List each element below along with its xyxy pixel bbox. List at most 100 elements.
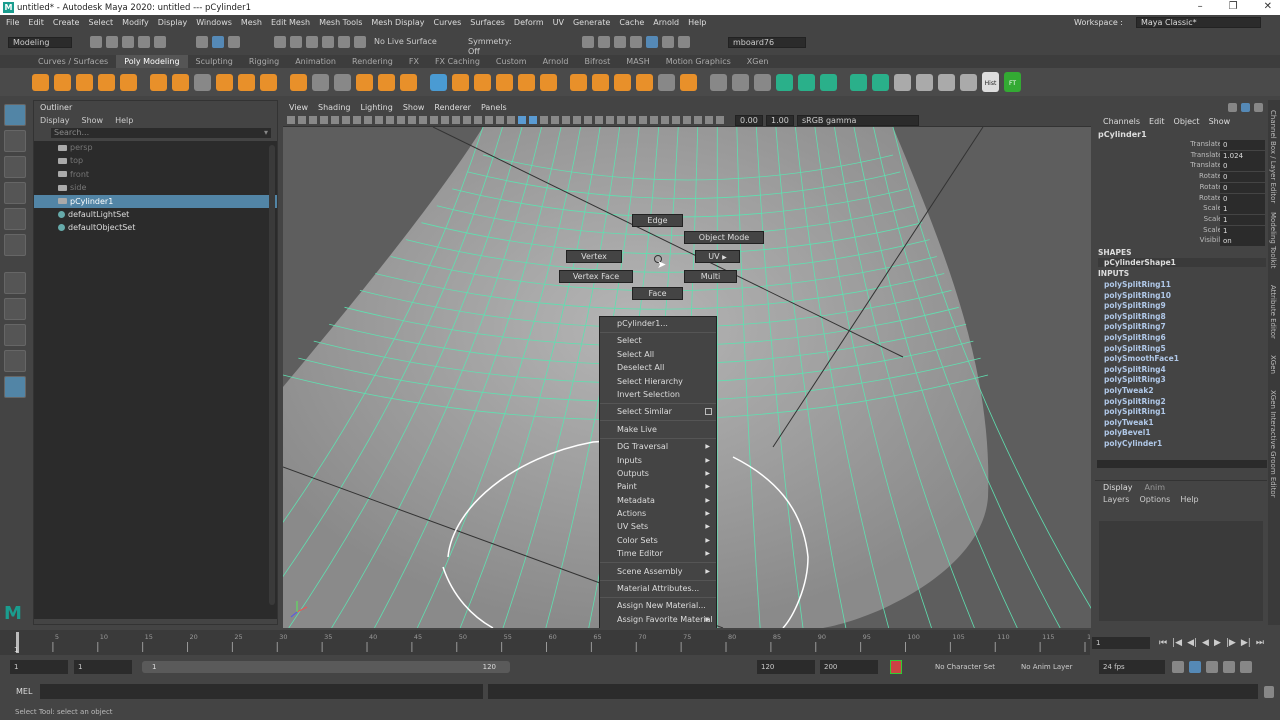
menu-modify[interactable]: Modify: [122, 18, 149, 27]
menu-uv[interactable]: UV: [553, 18, 564, 27]
persp-outliner-layout-icon[interactable]: [4, 376, 26, 398]
menu-display[interactable]: Display: [158, 18, 188, 27]
input-node-polysplitring1[interactable]: polySplitRing1: [1104, 407, 1166, 416]
shelf-tool-icon[interactable]: [378, 73, 395, 91]
shelf-tool-icon[interactable]: [894, 73, 911, 91]
outliner-item-top[interactable]: top: [34, 154, 277, 167]
viewport-menu-shading[interactable]: Shading: [318, 103, 351, 112]
channel-value-field[interactable]: 1.024: [1220, 150, 1265, 161]
channel-translate-z[interactable]: Translate Z0: [1095, 161, 1267, 172]
shelf-tool-icon[interactable]: [290, 73, 307, 91]
viewport-tool-icon[interactable]: [408, 116, 416, 124]
chevron-down-icon[interactable]: ▾: [264, 128, 268, 138]
channel-menu-edit[interactable]: Edit: [1149, 117, 1165, 126]
shelf-tool-icon[interactable]: [916, 73, 933, 91]
anim-end-field[interactable]: 200: [820, 660, 878, 674]
shelf-tool-icon[interactable]: [260, 73, 277, 91]
shelf-tool-icon[interactable]: [496, 73, 513, 91]
viewport-tool-icon[interactable]: [573, 116, 581, 124]
viewport-tool-icon[interactable]: [353, 116, 361, 124]
step-back-key-icon[interactable]: |◀: [1172, 638, 1182, 648]
lasso-tool-icon[interactable]: [4, 130, 26, 152]
color-space-dropdown[interactable]: sRGB gamma: [797, 114, 919, 126]
outliner-search-input[interactable]: Search... ▾: [51, 128, 271, 138]
shelf-tool-icon[interactable]: [98, 73, 115, 91]
outliner-item-defaultlightset[interactable]: defaultLightSet: [34, 208, 277, 221]
input-node-polycylinder1[interactable]: polyCylinder1: [1104, 439, 1162, 448]
range-slider[interactable]: 1 120: [142, 661, 510, 673]
channel-value-field[interactable]: 0: [1220, 140, 1265, 150]
outliner-scrollbar[interactable]: [269, 145, 275, 605]
viewport-tool-icon[interactable]: [518, 116, 526, 124]
viewport-menu-view[interactable]: View: [289, 103, 308, 112]
tab-attribute-editor[interactable]: Attribute Editor: [1269, 285, 1277, 339]
channel-menu-show[interactable]: Show: [1209, 117, 1231, 126]
select-hierarchy-icon[interactable]: [196, 36, 208, 48]
shelf-tool-icon[interactable]: [938, 73, 955, 91]
input-node-polysplitring9[interactable]: polySplitRing9: [1104, 301, 1166, 310]
channel-value-field[interactable]: 0: [1220, 172, 1265, 183]
shelf-tab-animation[interactable]: Animation: [287, 57, 344, 66]
shelf-tool-icon[interactable]: [76, 73, 93, 91]
viewport-tool-icon[interactable]: [485, 116, 493, 124]
shelf-tool-icon[interactable]: [732, 73, 749, 91]
snap-surface-icon[interactable]: [354, 36, 366, 48]
render-frame-icon[interactable]: [598, 36, 610, 48]
menu-deform[interactable]: Deform: [514, 18, 544, 27]
option-box-icon[interactable]: [705, 408, 712, 416]
input-node-polysplitring2[interactable]: polySplitRing2: [1104, 397, 1166, 406]
shelf-tool-icon[interactable]: [356, 73, 373, 91]
input-node-polybevel1[interactable]: polyBevel1: [1104, 428, 1151, 437]
menu-file[interactable]: File: [6, 18, 19, 27]
shelf-tool-icon[interactable]: [120, 73, 137, 91]
arnold-render-icon[interactable]: [662, 36, 674, 48]
marking-menu-multi[interactable]: Multi: [684, 270, 737, 283]
script-editor-icon[interactable]: [1264, 686, 1274, 698]
context-menu-item-assign-new-material[interactable]: Assign New Material...: [600, 599, 716, 612]
live-surface-field[interactable]: No Live Surface: [370, 36, 442, 48]
shelf-tool-icon[interactable]: [452, 73, 469, 91]
character-set-dropdown[interactable]: No Character Set: [931, 660, 1011, 674]
anim-layer-dropdown[interactable]: No Anim Layer: [1017, 660, 1095, 674]
context-menu-item-make-live[interactable]: Make Live: [600, 423, 716, 436]
marking-menu-face[interactable]: Face: [632, 287, 683, 300]
playback-end-field[interactable]: 120: [757, 660, 815, 674]
viewport-tool-icon[interactable]: [551, 116, 559, 124]
workspace-dropdown[interactable]: Maya Classic*: [1136, 17, 1261, 28]
layer-tab-display[interactable]: Display: [1103, 483, 1133, 492]
shelf-tab-xgen[interactable]: XGen: [739, 57, 777, 66]
context-menu-item-assign-favorite-material[interactable]: Assign Favorite Material ▶: [600, 613, 716, 626]
paint-select-tool-icon[interactable]: [4, 156, 26, 178]
context-menu-item-invert-selection[interactable]: Invert Selection: [600, 388, 716, 401]
shelf-tool-icon[interactable]: [54, 73, 71, 91]
pause-icon[interactable]: [678, 36, 690, 48]
viewport-tool-icon[interactable]: [441, 116, 449, 124]
viewport-tool-icon[interactable]: [617, 116, 625, 124]
channel-visibility[interactable]: Visibility on: [1095, 236, 1267, 247]
play-backwards-icon[interactable]: ◀: [1202, 638, 1209, 648]
shelf-tool-icon[interactable]: [614, 73, 631, 91]
viewport-tool-icon[interactable]: [507, 116, 515, 124]
render-view-icon[interactable]: [630, 36, 642, 48]
menu-mesh-tools[interactable]: Mesh Tools: [319, 18, 362, 27]
menu-help[interactable]: Help: [688, 18, 706, 27]
context-menu-item-assign-existing-material[interactable]: Assign Existing Material▶: [600, 626, 716, 628]
open-scene-icon[interactable]: [106, 36, 118, 48]
viewport-tool-icon[interactable]: [496, 116, 504, 124]
viewport-menu-lighting[interactable]: Lighting: [360, 103, 392, 112]
viewport-tool-icon[interactable]: [683, 116, 691, 124]
outliner-item-side[interactable]: side: [34, 181, 277, 194]
channel-translate-x[interactable]: Translate X0: [1095, 140, 1267, 151]
shelf-tool-icon[interactable]: [710, 73, 727, 91]
minimize-button[interactable]: –: [1198, 1, 1203, 12]
viewport-tool-icon[interactable]: [606, 116, 614, 124]
render-settings-icon[interactable]: [582, 36, 594, 48]
go-to-end-icon[interactable]: ⏭: [1256, 638, 1264, 648]
outliner-layout-icon[interactable]: [4, 350, 26, 372]
viewport-menu-panels[interactable]: Panels: [481, 103, 507, 112]
play-forwards-icon[interactable]: ▶: [1214, 638, 1221, 648]
viewport-tool-icon[interactable]: [287, 116, 295, 124]
marking-menu-edge[interactable]: Edge: [632, 214, 683, 227]
marking-menu-vertex[interactable]: Vertex: [566, 250, 622, 263]
channel-scale-y[interactable]: Scale Y1: [1095, 214, 1267, 226]
